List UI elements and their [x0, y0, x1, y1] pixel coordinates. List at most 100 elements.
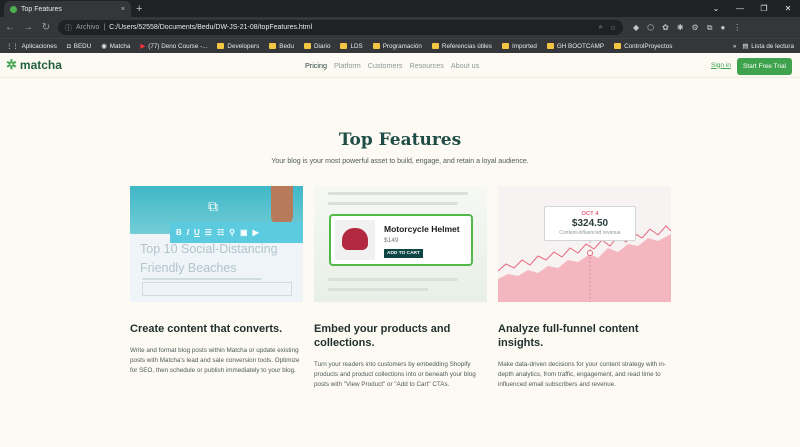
folder-icon — [304, 43, 311, 49]
matcha-logo-icon: ✲ — [6, 57, 17, 72]
menu-icon[interactable]: ⋮ — [733, 23, 741, 33]
close-window-icon[interactable]: ✕ — [776, 0, 800, 17]
start-free-trial-button[interactable]: Start Free Trial — [737, 58, 792, 75]
extensions: ◆ ⬡ ✿ ✱ ⚙ ⧉ ● ⋮ — [633, 23, 741, 33]
bookmark-lds[interactable]: LDS — [340, 43, 363, 50]
bookmark-developers[interactable]: Developers — [217, 43, 259, 50]
folder-icon — [431, 43, 439, 49]
tab-search-icon[interactable]: ⌄ — [704, 0, 728, 17]
reading-list-button[interactable]: ▤ Lista de lectura — [742, 43, 794, 50]
youtube-icon: ▶ — [140, 42, 146, 50]
maximize-icon[interactable]: ❐ — [752, 0, 776, 17]
feature-text: Turn your readers into customers by embe… — [314, 361, 476, 388]
minimize-icon[interactable]: — — [728, 0, 752, 17]
site-header: ✲ matcha Pricing Platform Customers Reso… — [0, 53, 800, 78]
product-card: Motorcycle Helmet $149 ADD TO CART — [329, 214, 473, 266]
folder-icon — [614, 43, 622, 49]
analytics-illustration: OCT 4 $324.50 Content-influenced revenue — [498, 186, 671, 302]
puzzle-icon[interactable]: ⧉ — [707, 23, 713, 33]
bookmark-deno[interactable]: ▶ (77) Deno Course -... — [140, 43, 207, 50]
revenue-tooltip: OCT 4 $324.50 Content-influenced revenue — [544, 206, 636, 241]
forward-icon[interactable]: → — [22, 22, 34, 33]
bookmark-bedu[interactable]: ◘ BEDU — [67, 43, 91, 50]
avatar[interactable]: ● — [720, 23, 725, 33]
bookmarks-more-button[interactable]: » — [733, 43, 737, 50]
bookmarks-bar: ⋮⋮ Aplicaciones ◘ BEDU ◉ Matcha ▶ (77) Deno … — [0, 38, 800, 53]
bookmark-bedu-folder[interactable]: Bedu — [269, 43, 294, 50]
address-path[interactable]: C:/Users/52558/Documents/Bedu/DW-JS-21-0… — [109, 24, 312, 31]
product-embed-illustration: Motorcycle Helmet $149 ADD TO CART — [314, 186, 487, 302]
bookmark-referencias[interactable]: Referencias útiles — [431, 43, 492, 50]
revenue-chart — [498, 225, 671, 302]
star-icon[interactable]: ☆ — [610, 24, 616, 32]
feature-title: Analyze full-funnel content insights. — [498, 323, 639, 349]
bookmark-diario[interactable]: Diario — [304, 43, 330, 50]
feature-text: Write and format blog posts within Match… — [130, 347, 300, 374]
address-bar[interactable]: ⓘ Archivo | C:/Users/52558/Documents/Bed… — [58, 20, 623, 35]
nav-about-us[interactable]: About us — [451, 61, 479, 70]
extension-icon[interactable]: ✱ — [677, 23, 684, 33]
bold-icon: B — [176, 228, 182, 237]
signin-link[interactable]: Sign in — [711, 62, 731, 69]
extension-icon[interactable]: ◆ — [633, 23, 639, 33]
feature-card-products: Motorcycle Helmet $149 ADD TO CART Embed… — [314, 186, 487, 390]
add-to-cart-button: ADD TO CART — [384, 249, 423, 258]
image-icon: ▣ — [240, 228, 248, 237]
reload-icon[interactable]: ↻ — [40, 22, 52, 33]
product-price: $149 — [384, 237, 399, 244]
reading-list-icon: ▤ — [742, 42, 749, 50]
folder-icon — [340, 43, 348, 49]
feature-card-content: ⧉ B I U ☰ ☷ ⚲ ▣ ▶ Top 10 Social-Distanci… — [130, 186, 303, 390]
nav-resources[interactable]: Resources — [410, 61, 444, 70]
feature-title: Create content that converts. — [130, 323, 283, 335]
link-icon: ⚲ — [229, 228, 235, 237]
extension-icon[interactable]: ✿ — [662, 23, 669, 33]
apps-grid-icon: ⋮⋮ — [6, 42, 19, 50]
sample-post-headline: Top 10 Social-Distancing Friendly Beache… — [140, 242, 278, 275]
tooltip-value: $324.50 — [571, 218, 609, 229]
folder-icon — [546, 43, 554, 49]
editor-illustration: ⧉ B I U ☰ ☷ ⚲ ▣ ▶ Top 10 Social-Distanci… — [130, 186, 303, 302]
editor-text-area — [142, 282, 292, 296]
bookmark-imported[interactable]: Imported — [501, 43, 537, 50]
back-icon[interactable]: ← — [4, 22, 16, 33]
ordered-list-icon: ☷ — [216, 228, 225, 237]
feature-text: Make data-driven decisions for your cont… — [498, 361, 666, 388]
nav-platform[interactable]: Platform — [334, 61, 361, 70]
tab-title: Top Features — [21, 5, 62, 13]
folder-icon — [372, 43, 380, 49]
main-nav: Pricing Platform Customers Resources Abo… — [305, 61, 479, 70]
new-tab-button[interactable]: + — [136, 3, 142, 15]
hero: Top Features Your blog is your most powe… — [0, 130, 800, 165]
feature-card-analytics: OCT 4 $324.50 Content-influenced revenue… — [498, 186, 671, 390]
nav-pricing[interactable]: Pricing — [305, 61, 327, 70]
logo[interactable]: ✲ matcha — [6, 57, 62, 73]
address-label: Archivo — [76, 24, 100, 31]
info-icon[interactable]: ⓘ — [65, 23, 72, 33]
tooltip-date: OCT 4 — [581, 211, 599, 217]
favicon-icon — [10, 5, 17, 13]
tab-close-icon[interactable]: × — [121, 6, 125, 13]
folder-icon — [217, 43, 225, 49]
bookmark-controlproyectos[interactable]: ControlProyectos — [614, 43, 672, 50]
italic-icon: I — [186, 228, 190, 237]
underline-icon: U — [194, 228, 200, 237]
nav-customers[interactable]: Customers — [368, 61, 403, 70]
bookmark-gh-bootcamp[interactable]: GH BOOTCAMP — [546, 43, 604, 50]
tooltip-label: Content-influenced revenue — [559, 230, 621, 236]
extension-icon[interactable]: ⬡ — [647, 23, 654, 33]
globe-icon: ◉ — [101, 42, 107, 50]
list-icon: ☰ — [204, 228, 212, 237]
feature-title: Embed your products and collections. — [314, 323, 451, 349]
helmet-image — [335, 220, 375, 260]
page-subtitle: Your blog is your most powerful asset to… — [271, 158, 529, 165]
page-title: Top Features — [338, 130, 462, 150]
zoom-icon[interactable]: ⌕ — [599, 24, 603, 32]
browser-tab[interactable]: Top Features × — [4, 1, 131, 17]
product-name: Motorcycle Helmet — [384, 224, 460, 234]
bookmark-apps[interactable]: ⋮⋮ Aplicaciones — [6, 43, 57, 50]
folder-icon — [269, 43, 277, 49]
bookmark-matcha[interactable]: ◉ Matcha — [101, 43, 130, 50]
extension-icon[interactable]: ⚙ — [692, 23, 699, 33]
bookmark-programacion[interactable]: Programación — [372, 43, 422, 50]
